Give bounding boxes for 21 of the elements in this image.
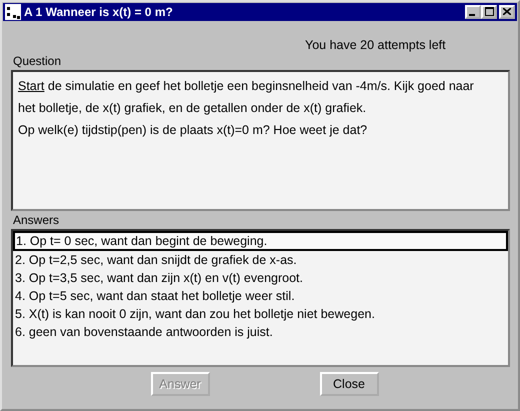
close-dialog-button[interactable]: Close bbox=[320, 372, 378, 396]
maximize-button[interactable] bbox=[481, 5, 497, 19]
answers-label: Answers bbox=[13, 213, 60, 229]
answer-option[interactable]: 1. Op t= 0 sec, want dan begint de beweging. bbox=[13, 231, 508, 251]
close-icon bbox=[503, 8, 511, 15]
answer-option[interactable]: 4. Op t=5 sec, want dan staat het bolletje weer stil. bbox=[13, 287, 508, 305]
answer-option[interactable]: 3. Op t=3,5 sec, want dan zijn x(t) en v(t) evengroot. bbox=[13, 269, 508, 287]
question-text: Start de simulatie en geef het bolletje een beginsnelheid van -4m/s. Kijk goed naar bbox=[18, 78, 475, 95]
answer-option[interactable]: 2. Op t=2,5 sec, want dan snijdt de grafiek de x-as. bbox=[13, 251, 508, 269]
question-text: het bolletje, de x(t) grafiek, en de getallen onder de x(t) grafiek. bbox=[18, 100, 368, 117]
attempts-text: You have 20 attempts left bbox=[305, 38, 447, 52]
answer-option[interactable]: 6. geen van bovenstaande antwoorden is juist. bbox=[13, 323, 508, 341]
question-label: Question bbox=[13, 54, 62, 70]
maximize-icon bbox=[484, 7, 494, 16]
window-title: A 1 Wanneer is x(t) = 0 m? bbox=[24, 5, 174, 19]
start-link[interactable]: Start bbox=[18, 79, 44, 93]
answer-option[interactable]: 5. X(t) is kan nooit 0 zijn, want dan zou het bolletje niet bewegen. bbox=[13, 305, 508, 323]
close-button[interactable] bbox=[499, 5, 515, 19]
minimize-button[interactable] bbox=[465, 5, 481, 19]
question-text: Op welk(e) tijdstip(pen) is de plaats x(t)=0 m? Hoe weet je dat? bbox=[18, 122, 368, 139]
app-icon bbox=[5, 4, 21, 20]
